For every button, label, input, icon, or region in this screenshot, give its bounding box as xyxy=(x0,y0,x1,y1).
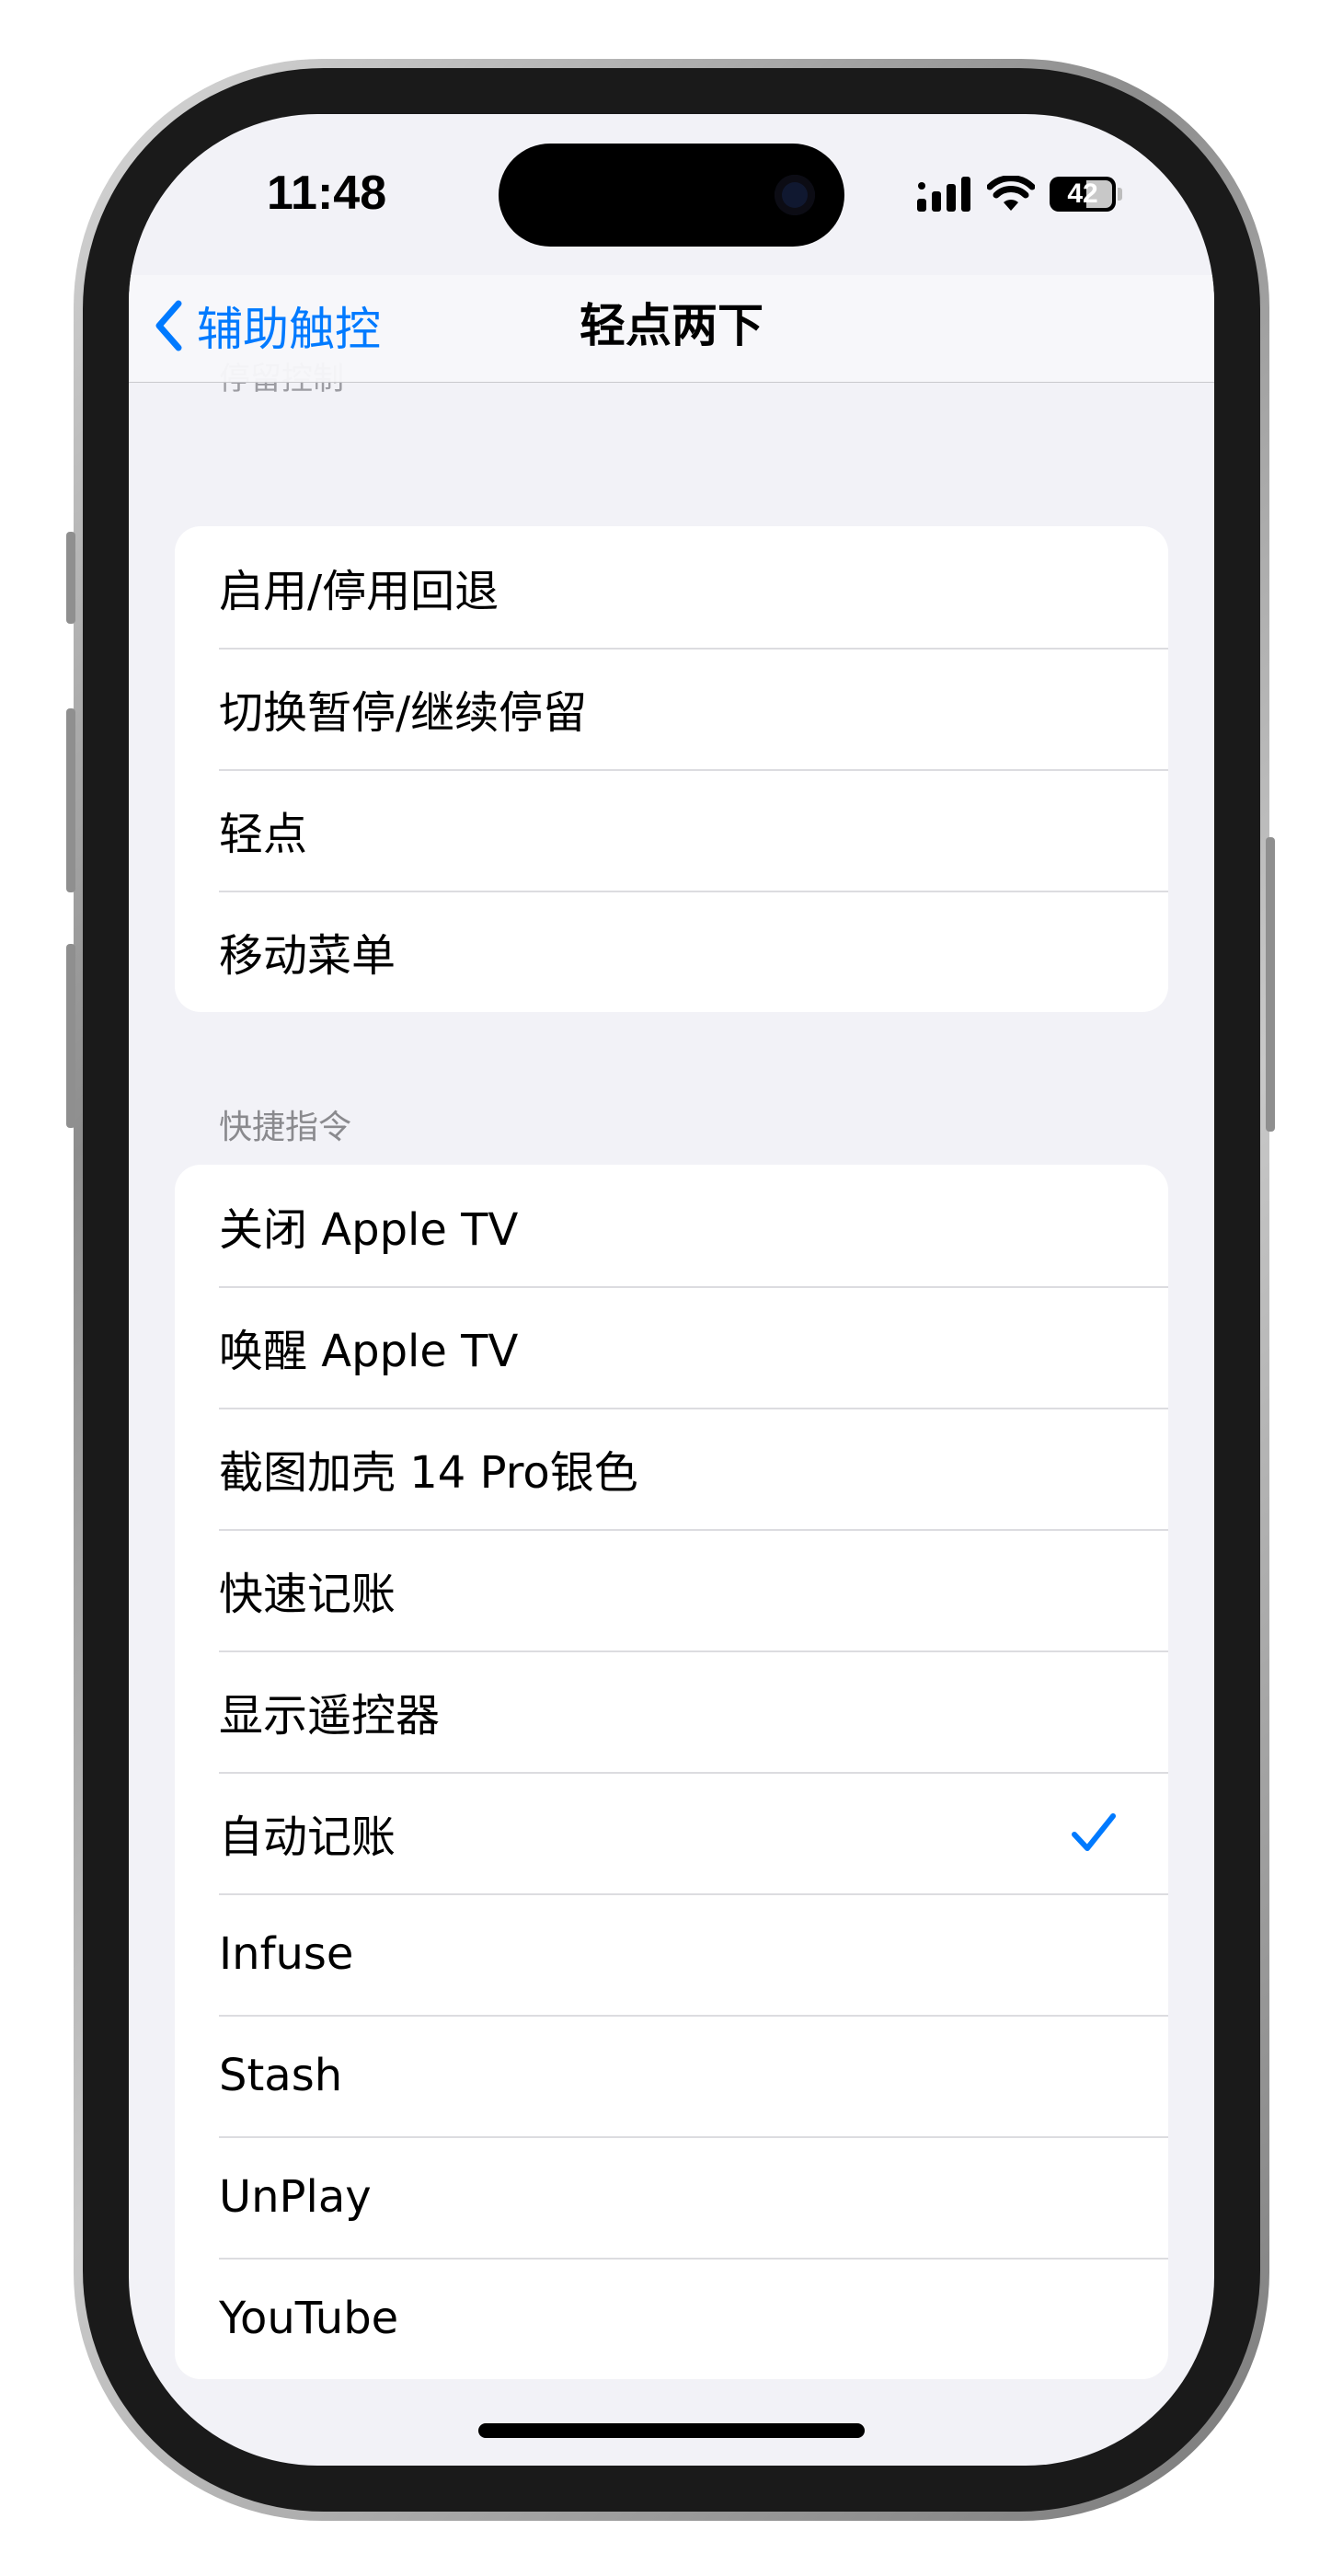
list-item[interactable]: 启用/停用回退 xyxy=(175,526,1168,648)
camera-icon xyxy=(775,175,815,215)
list-item[interactable]: 关闭 Apple TV xyxy=(175,1165,1168,1286)
list-item[interactable]: 轻点 xyxy=(175,769,1168,891)
volume-down-button xyxy=(66,944,75,1128)
navigation-bar: 辅助触控 轻点两下 xyxy=(129,275,1214,383)
list-item-selected[interactable]: 自动记账 xyxy=(175,1772,1168,1893)
list-item[interactable]: 显示遥控器 xyxy=(175,1650,1168,1772)
dynamic-island xyxy=(499,144,844,247)
list-item-label: 唤醒 Apple TV xyxy=(219,1326,519,1377)
status-time: 11:48 xyxy=(267,167,387,220)
list-item[interactable]: 移动菜单 xyxy=(175,891,1168,1012)
list-item-label: UnPlay xyxy=(219,2171,372,2223)
list-item-label: 启用/停用回退 xyxy=(219,566,499,617)
battery-icon: 42 xyxy=(1050,177,1116,212)
list-item-label: Infuse xyxy=(219,1928,354,1980)
list-item[interactable]: Stash xyxy=(175,2015,1168,2136)
list-item[interactable]: Infuse xyxy=(175,1893,1168,2015)
battery-tip xyxy=(1118,188,1122,201)
list-item[interactable]: 唤醒 Apple TV xyxy=(175,1286,1168,1408)
list-item[interactable]: UnPlay xyxy=(175,2136,1168,2258)
list-item-label: 快速记账 xyxy=(219,1569,396,1620)
list-item[interactable]: YouTube xyxy=(175,2258,1168,2379)
section-header-shortcuts: 快捷指令 xyxy=(219,1109,352,1146)
checkmark-icon xyxy=(1072,1813,1116,1851)
wifi-icon xyxy=(987,176,1035,211)
list-item-label: 轻点 xyxy=(219,809,308,860)
list-item-label: 关闭 Apple TV xyxy=(219,1204,519,1256)
list-item[interactable]: 切换暂停/继续停留 xyxy=(175,648,1168,769)
power-button xyxy=(1266,837,1275,1132)
list-item-label: 自动记账 xyxy=(219,1811,396,1863)
shortcuts-group: 关闭 Apple TV 唤醒 Apple TV 截图加壳 14 Pro银色 快速… xyxy=(175,1165,1168,2379)
status-icons: 42 xyxy=(917,171,1122,217)
dwell-control-group: 启用/停用回退 切换暂停/继续停留 轻点 移动菜单 xyxy=(175,526,1168,1012)
list-item-label: 截图加壳 14 Pro银色 xyxy=(219,1447,638,1499)
phone-screen: 11:48 42 辅助触控 轻点两下 启用/停用回退 切换暂停/继续停留 轻点 … xyxy=(129,114,1214,2466)
action-button xyxy=(66,532,75,624)
list-item[interactable]: 快速记账 xyxy=(175,1529,1168,1650)
list-item-label: YouTube xyxy=(219,2293,399,2344)
list-item-label: Stash xyxy=(219,2050,343,2101)
page-title: 轻点两下 xyxy=(580,299,763,352)
list-item-label: 移动菜单 xyxy=(219,930,396,982)
list-item-label: 切换暂停/继续停留 xyxy=(219,687,588,739)
cellular-signal-icon xyxy=(917,177,970,212)
list-item[interactable]: 截图加壳 14 Pro银色 xyxy=(175,1408,1168,1529)
status-bar: 11:48 42 xyxy=(129,114,1214,275)
home-indicator[interactable] xyxy=(478,2423,865,2438)
battery-level: 42 xyxy=(1067,178,1098,209)
volume-up-button xyxy=(66,708,75,892)
list-item-label: 显示遥控器 xyxy=(219,1690,441,1742)
